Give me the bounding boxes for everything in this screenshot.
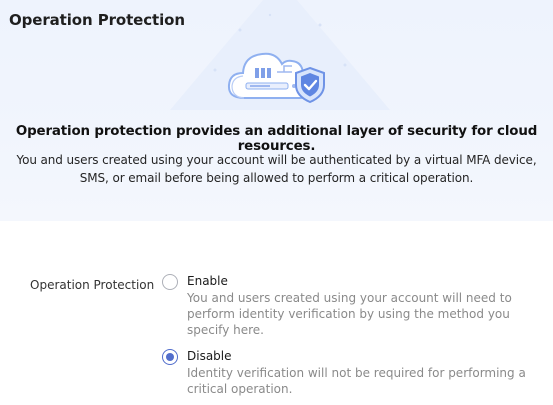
info-banner: Operation Protection Operation protectio…	[0, 0, 553, 221]
operation-protection-label: Operation Protection	[30, 278, 155, 292]
disable-radio[interactable]	[162, 349, 178, 365]
enable-radio[interactable]	[162, 274, 178, 290]
banner-description: You and users created using your account…	[16, 153, 537, 185]
enable-label[interactable]: Enable	[187, 274, 228, 288]
cloud-shield-icon	[227, 52, 325, 104]
disable-description: Identity verification will not be requir…	[187, 366, 526, 396]
banner-headline: Operation protection provides an additio…	[15, 124, 538, 154]
enable-description: You and users created using your account…	[187, 291, 512, 337]
disable-label[interactable]: Disable	[187, 349, 232, 363]
page-title: Operation Protection	[9, 11, 185, 29]
